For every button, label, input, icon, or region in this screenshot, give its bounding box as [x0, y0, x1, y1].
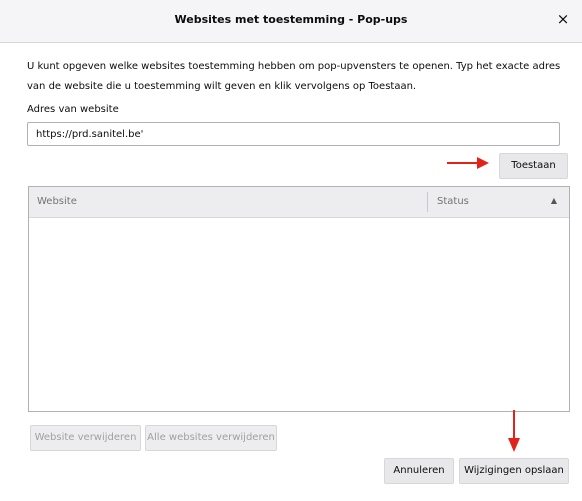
websites-table[interactable]: Website Status ▲ — [28, 186, 570, 412]
dialog-title: Websites met toestemming - Pop-ups — [174, 13, 408, 26]
dialog-titlebar: Websites met toestemming - Pop-ups × — [0, 0, 582, 43]
column-separator[interactable] — [427, 192, 428, 212]
close-icon[interactable]: × — [554, 10, 572, 28]
website-address-input[interactable] — [27, 122, 560, 146]
sort-ascending-icon: ▲ — [550, 196, 557, 205]
save-changes-button[interactable]: Wijzigingen opslaan — [459, 458, 569, 484]
red-arrow-icon — [447, 157, 489, 169]
allow-button[interactable]: Toestaan — [499, 153, 568, 179]
column-header-website[interactable]: Website — [37, 196, 77, 207]
remove-website-button[interactable]: Website verwijderen — [30, 425, 141, 451]
remove-all-websites-button[interactable]: Alle websites verwijderen — [145, 425, 277, 451]
dialog-description: U kunt opgeven welke websites toestemmin… — [27, 61, 561, 92]
cancel-button[interactable]: Annuleren — [384, 458, 454, 484]
table-header: Website Status ▲ — [29, 187, 569, 218]
column-header-status[interactable]: Status — [437, 196, 469, 207]
address-label: Adres van website — [27, 104, 119, 115]
red-arrow-icon — [508, 410, 520, 452]
